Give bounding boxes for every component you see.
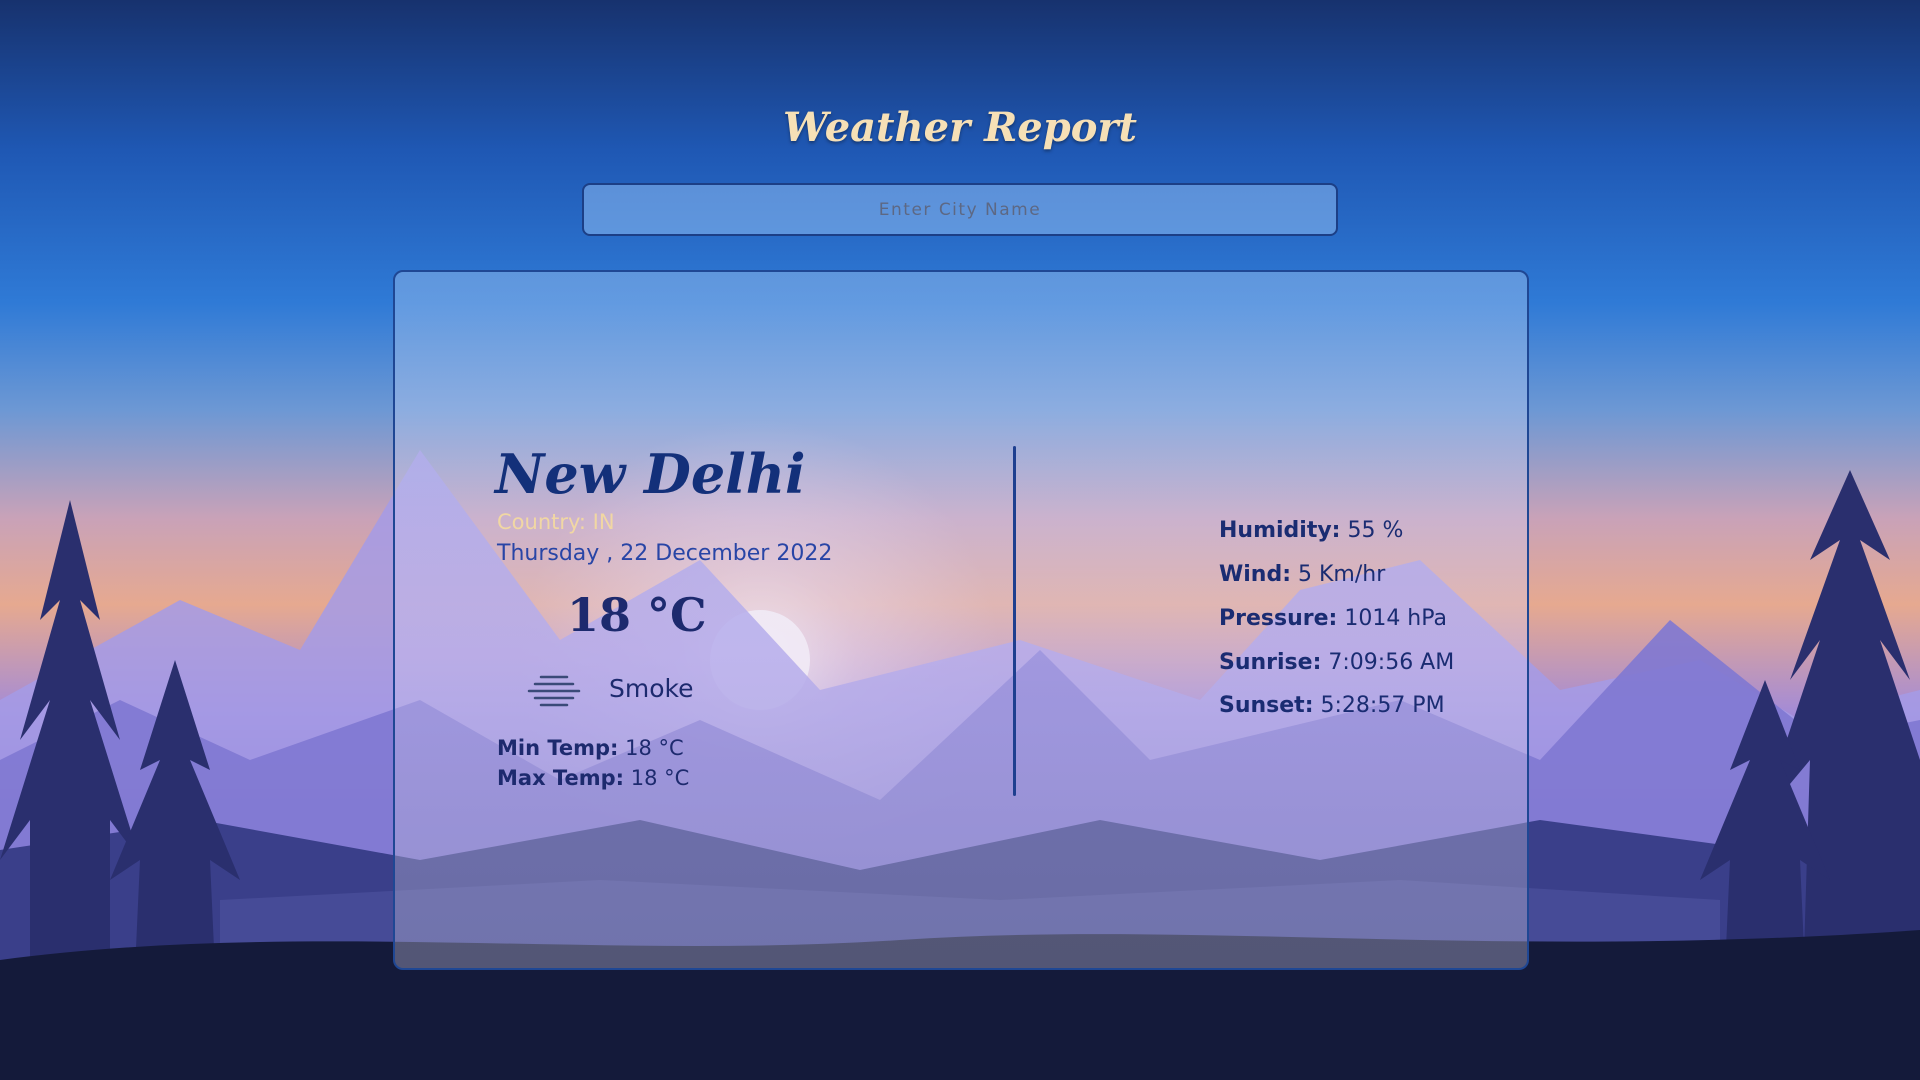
vertical-divider <box>1013 446 1016 796</box>
detail-sunset: Sunset: 5:28:57 PM <box>1219 693 1445 718</box>
detail-label: Humidity: <box>1219 518 1341 543</box>
weather-card: New Delhi Country: IN Thursday , 22 Dece… <box>393 270 1529 970</box>
detail-value: 5 Km/hr <box>1298 562 1386 587</box>
country-value: IN <box>592 510 615 534</box>
city-search-input[interactable] <box>582 183 1338 236</box>
current-temperature: 18 °C <box>567 588 707 642</box>
max-temp-value: 18 °C <box>630 766 690 790</box>
country-label: Country: <box>497 510 586 534</box>
detail-humidity: Humidity: 55 % <box>1219 518 1403 543</box>
detail-label: Sunrise: <box>1219 650 1322 675</box>
max-temp-label: Max Temp: <box>497 766 625 790</box>
weather-condition: Smoke <box>609 674 694 703</box>
detail-value: 55 % <box>1347 518 1404 543</box>
detail-value: 7:09:56 AM <box>1328 650 1455 675</box>
min-temp-label: Min Temp: <box>497 736 619 760</box>
country-line: Country: IN <box>497 510 615 534</box>
max-temp-line: Max Temp: 18 °C <box>497 766 689 790</box>
detail-pressure: Pressure: 1014 hPa <box>1219 606 1447 631</box>
detail-label: Pressure: <box>1219 606 1338 631</box>
detail-sunrise: Sunrise: 7:09:56 AM <box>1219 650 1454 675</box>
current-date: Thursday , 22 December 2022 <box>497 541 833 566</box>
min-temp-value: 18 °C <box>625 736 684 760</box>
detail-label: Wind: <box>1219 562 1292 587</box>
smoke-haze-icon <box>527 675 581 707</box>
app-title: Weather Report <box>783 104 1137 151</box>
city-name: New Delhi <box>495 442 806 506</box>
detail-wind: Wind: 5 Km/hr <box>1219 562 1385 587</box>
detail-label: Sunset: <box>1219 693 1314 718</box>
min-temp-line: Min Temp: 18 °C <box>497 736 684 760</box>
detail-value: 1014 hPa <box>1344 606 1448 631</box>
detail-value: 5:28:57 PM <box>1320 693 1445 718</box>
